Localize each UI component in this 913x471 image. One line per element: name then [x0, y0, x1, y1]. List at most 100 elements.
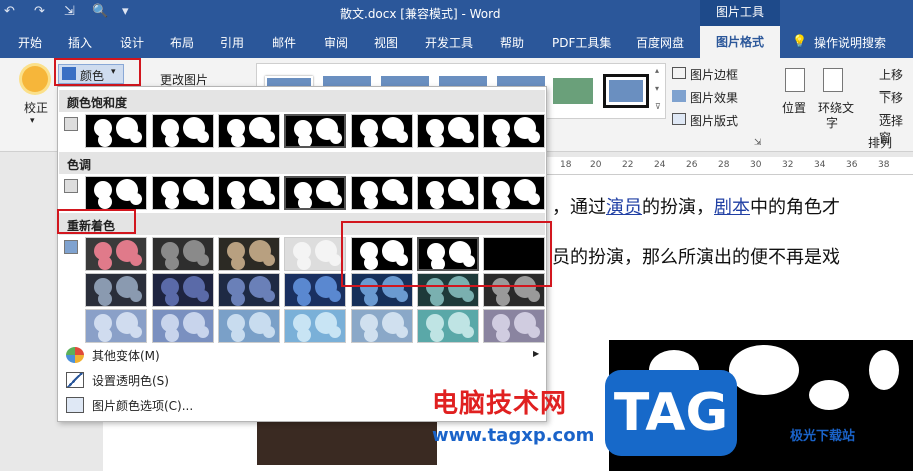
touch-mode-icon[interactable]: ⇲ — [64, 4, 75, 19]
thumb-blob — [364, 292, 378, 306]
recolor-option[interactable] — [152, 273, 214, 307]
thumb-blob — [130, 131, 142, 143]
saturation-option[interactable] — [483, 114, 545, 148]
tone-option[interactable] — [483, 176, 545, 210]
tone-option[interactable] — [85, 176, 147, 210]
tell-me-search[interactable]: 操作说明搜索 — [814, 34, 886, 51]
dialog-launcher-icon[interactable]: ⇲ — [754, 138, 762, 148]
gallery-up-icon[interactable]: ▴ — [655, 66, 659, 75]
gallery-more-icon[interactable]: ⊽ — [655, 102, 661, 111]
thumb-blob — [330, 132, 342, 144]
highlight-recolor-options — [341, 221, 552, 287]
watermark-jg: 极光下载站 — [790, 429, 856, 444]
recolor-option[interactable] — [85, 237, 147, 271]
customize-qat-icon[interactable]: ▾ — [122, 4, 129, 19]
thumb-blob — [130, 326, 142, 338]
tab-baidu-netdisk[interactable]: 百度网盘 — [636, 34, 684, 51]
tab-layout[interactable]: 布局 — [170, 34, 194, 51]
saturation-icon — [64, 117, 78, 131]
print-preview-icon[interactable]: 🔍 — [92, 4, 108, 19]
recolor-option[interactable] — [152, 309, 214, 343]
tab-view[interactable]: 视图 — [374, 34, 398, 51]
thumb-blob — [297, 256, 311, 270]
position-button[interactable]: 位置 — [782, 99, 806, 116]
recolor-option[interactable] — [284, 273, 346, 307]
hyperlink-script[interactable]: 剧本 — [714, 197, 750, 218]
more-variations-item[interactable]: 其他变体(M) — [66, 345, 160, 365]
style-thumb[interactable] — [553, 78, 593, 104]
ruler: 18 20 22 24 26 28 30 32 34 36 38 — [540, 157, 913, 175]
color-options-item[interactable]: 图片颜色选项(C)... — [66, 395, 193, 415]
thumb-blob — [430, 195, 444, 209]
tab-review[interactable]: 审阅 — [324, 34, 348, 51]
saturation-option[interactable] — [85, 114, 147, 148]
tab-design[interactable]: 设计 — [120, 34, 144, 51]
recolor-option[interactable] — [483, 309, 545, 343]
thumb-blob — [297, 328, 311, 342]
tone-header: 色调 — [59, 152, 545, 174]
tone-option[interactable] — [417, 176, 479, 210]
doc-text: 中的角色才 — [750, 197, 840, 218]
recolor-option[interactable] — [218, 309, 280, 343]
tone-option[interactable] — [218, 176, 280, 210]
ruler-tick: 28 — [718, 160, 730, 170]
ruler-tick: 30 — [750, 160, 762, 170]
thumb-blob — [430, 133, 444, 147]
style-thumb[interactable] — [603, 74, 649, 108]
doc-text: ，通过 — [552, 197, 606, 218]
set-transparent-item[interactable]: 设置透明色(S) — [66, 370, 169, 390]
saturation-option[interactable] — [218, 114, 280, 148]
ruler-tick: 20 — [590, 160, 602, 170]
recolor-option[interactable] — [284, 237, 346, 271]
more-variations-label: 其他变体(M) — [92, 348, 160, 363]
gallery-down-icon[interactable]: ▾ — [655, 84, 659, 93]
tab-mailings[interactable]: 邮件 — [272, 34, 296, 51]
recolor-option[interactable] — [152, 237, 214, 271]
recolor-option[interactable] — [284, 309, 346, 343]
hyperlink-actor[interactable]: 演员 — [606, 197, 642, 218]
thumb-blob — [330, 194, 342, 206]
highlight-recolor-header — [57, 209, 136, 234]
tone-option[interactable] — [351, 176, 413, 210]
correct-button[interactable]: 校正 — [24, 99, 48, 116]
lightbulb-icon: 💡 — [792, 34, 807, 48]
picture-layout-button[interactable]: 图片版式 — [690, 112, 738, 129]
undo-icon[interactable]: ↶ — [4, 4, 15, 19]
recolor-option[interactable] — [85, 309, 147, 343]
recolor-option[interactable] — [351, 309, 413, 343]
saturation-option[interactable] — [284, 114, 346, 148]
color-options-icon — [66, 397, 84, 413]
saturation-option[interactable] — [152, 114, 214, 148]
recolor-option[interactable] — [218, 273, 280, 307]
thumb-blob — [98, 328, 112, 342]
recolor-option[interactable] — [417, 309, 479, 343]
tab-insert[interactable]: 插入 — [68, 34, 92, 51]
picture-effects-button[interactable]: 图片效果 — [690, 89, 738, 106]
recolor-option[interactable] — [218, 237, 280, 271]
redo-icon[interactable]: ↷ — [34, 4, 45, 19]
tab-picture-format[interactable]: 图片格式 — [700, 26, 780, 58]
picture-border-button[interactable]: 图片边框 — [690, 66, 738, 83]
tab-help[interactable]: 帮助 — [500, 34, 524, 51]
thumb-blob — [396, 326, 408, 338]
thumb-blob — [329, 326, 341, 338]
tab-references[interactable]: 引用 — [220, 34, 244, 51]
thumb-blob — [231, 256, 245, 270]
saturation-option[interactable] — [417, 114, 479, 148]
tab-pdf-tools[interactable]: PDF工具集 — [552, 34, 611, 51]
tab-home[interactable]: 开始 — [18, 34, 42, 51]
thumb-blob — [496, 292, 510, 306]
tone-option[interactable] — [284, 176, 346, 210]
ruler-tick: 24 — [654, 160, 666, 170]
tab-developer[interactable]: 开发工具 — [425, 34, 473, 51]
recolor-option[interactable] — [85, 273, 147, 307]
tone-option[interactable] — [152, 176, 214, 210]
transparent-pen-icon — [66, 372, 84, 388]
thumb-blob — [130, 193, 142, 205]
submenu-arrow-icon: ▶ — [533, 349, 540, 358]
thumb-blob — [462, 290, 474, 302]
thumb-blob — [130, 290, 142, 302]
saturation-option[interactable] — [351, 114, 413, 148]
watermark-cn: 电脑技术网 — [432, 389, 568, 419]
thumb-blob — [496, 328, 510, 342]
